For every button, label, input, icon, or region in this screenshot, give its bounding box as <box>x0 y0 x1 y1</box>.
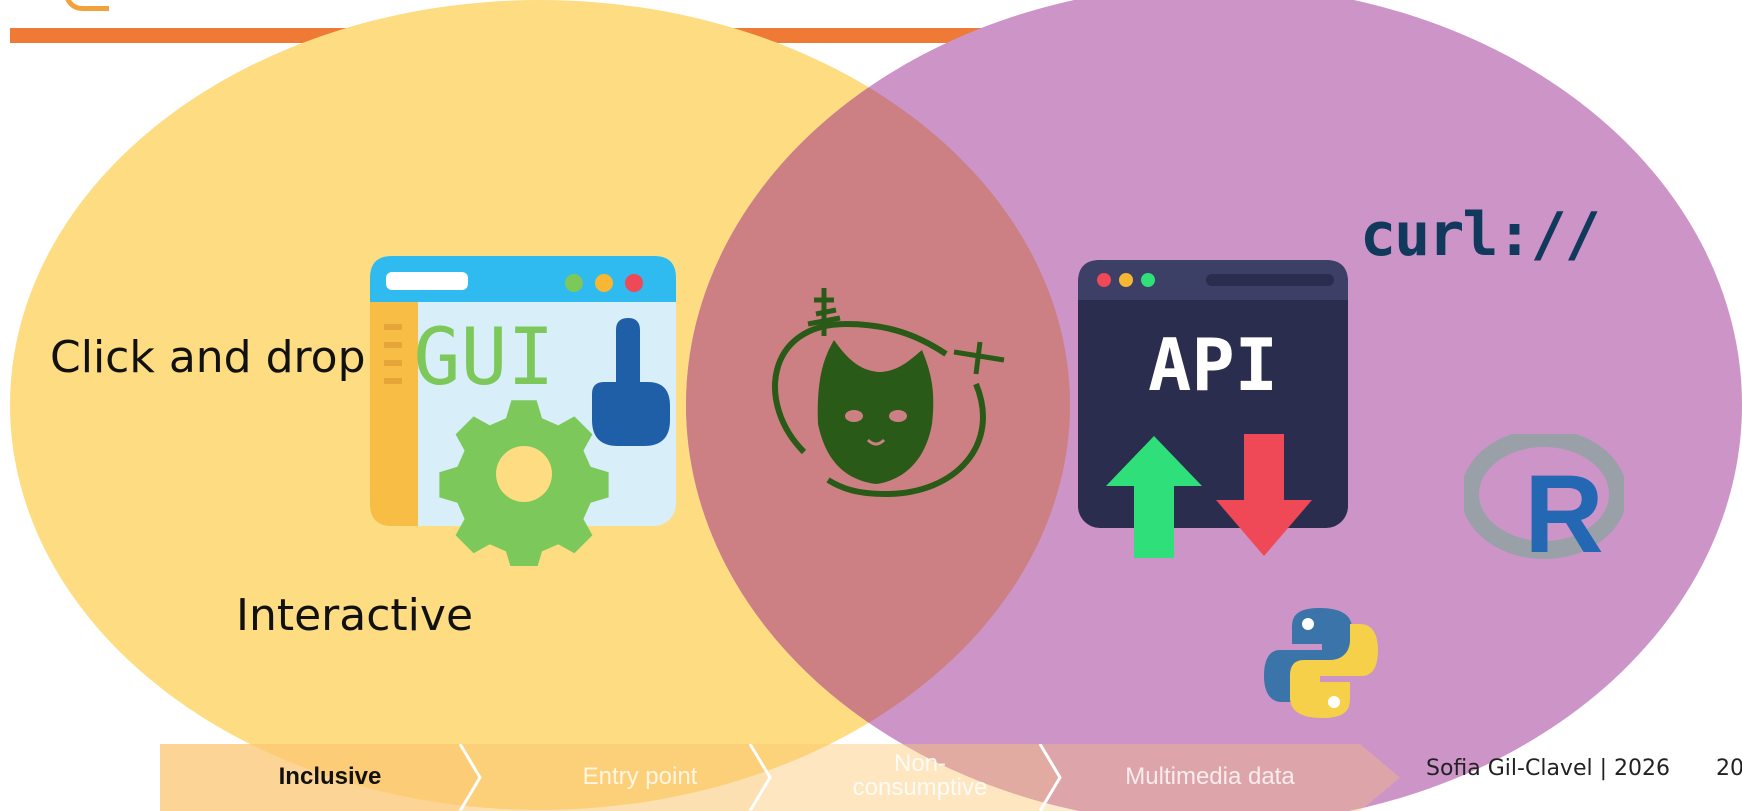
process-step-multimedia-data: Multimedia data <box>1125 763 1295 790</box>
footer-page-number: 20 <box>1716 756 1742 781</box>
gui-window-icon: GUI <box>370 256 676 566</box>
api-icon-text: API <box>1148 323 1278 407</box>
cat-in-orbit-icon <box>772 288 1005 498</box>
r-logo-text: R <box>1524 453 1603 566</box>
process-step-inclusive: Inclusive <box>278 763 382 790</box>
label-interactive: Interactive <box>236 590 474 641</box>
gui-icon-text: GUI <box>414 313 555 403</box>
r-logo: R <box>1464 434 1624 566</box>
process-step-non-consumptive: Non-consumptive <box>852 750 988 801</box>
label-click-and-drop: Click and drop <box>50 332 366 383</box>
python-logo <box>1264 608 1378 718</box>
slide: Click and drop Interactive GUI API curl:… <box>0 0 1742 811</box>
process-step-entry-point: Entry point <box>582 763 698 790</box>
footer-author: Sofia Gil-Clavel | 2026 <box>1426 756 1670 781</box>
curl-logo: curl:// <box>1360 200 1601 270</box>
api-window-icon: API <box>1078 260 1348 558</box>
